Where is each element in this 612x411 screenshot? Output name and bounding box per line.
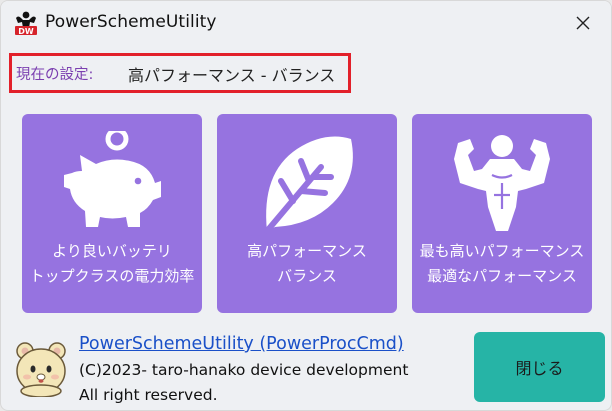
balanced-label: 高パフォーマンス バランス (217, 239, 397, 289)
power-saver-tile[interactable]: より良いバッテリ トップクラスの電力効率 (22, 114, 202, 313)
titlebar-close-button[interactable] (555, 1, 611, 45)
main-window: DW PowerSchemeUtility 現在の設定: 高パフォーマンス - … (0, 0, 612, 411)
svg-text:DW: DW (18, 27, 34, 36)
rights-text: All right reserved. (79, 386, 218, 404)
close-button[interactable]: 閉じる (474, 332, 605, 402)
power-saver-line1: より良いバッテリ (52, 242, 172, 260)
bodybuilder-app-icon: DW (15, 11, 37, 36)
high-performance-tile[interactable]: 最も高いパフォーマンス 最適なパフォーマンス (412, 114, 592, 313)
high-performance-line1: 最も高いパフォーマンス (419, 242, 585, 260)
app-link[interactable]: PowerSchemeUtility (PowerProcCmd) (79, 334, 404, 354)
high-performance-label: 最も高いパフォーマンス 最適なパフォーマンス (412, 239, 592, 289)
muscle-icon (454, 135, 550, 231)
balanced-tile[interactable]: 高パフォーマンス バランス (217, 114, 397, 313)
current-setting-box: 現在の設定: 高パフォーマンス - バランス (9, 53, 351, 93)
current-setting-value: 高パフォーマンス - バランス (128, 66, 336, 85)
balanced-line2: バランス (277, 267, 337, 285)
high-performance-line2: 最適なパフォーマンス (427, 267, 577, 285)
close-icon (576, 16, 590, 30)
power-saver-line2: トップクラスの電力効率 (29, 267, 195, 285)
window-title: PowerSchemeUtility (45, 12, 217, 32)
bear-mascot-icon (16, 342, 66, 397)
title-bar: DW PowerSchemeUtility (1, 1, 611, 45)
leaf-icon (264, 136, 353, 234)
piggy-bank-icon (64, 131, 161, 227)
balanced-line1: 高パフォーマンス (247, 242, 367, 260)
power-saver-label: より良いバッテリ トップクラスの電力効率 (22, 239, 202, 289)
copyright-text: (C)2023- taro-hanako device development (79, 361, 409, 379)
current-setting-label: 現在の設定: (16, 67, 94, 83)
